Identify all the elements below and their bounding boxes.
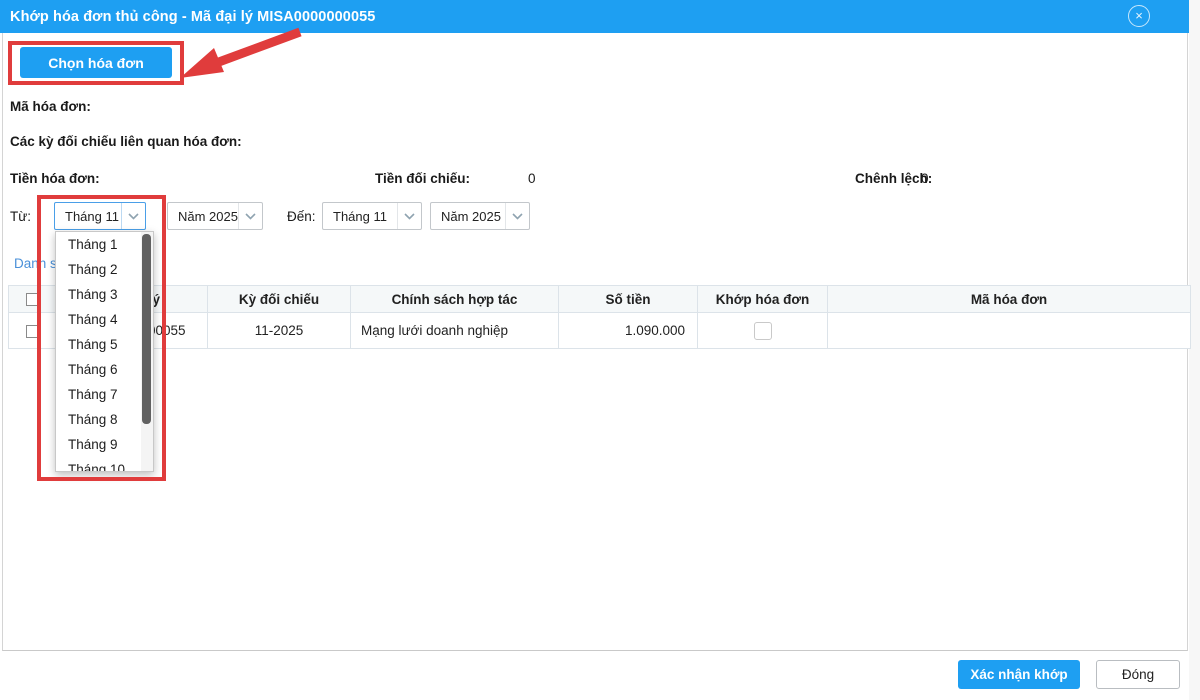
match-invoice-checkbox[interactable] [753, 321, 772, 340]
from-month-value: Tháng 11 [65, 208, 119, 224]
dialog-title: Khớp hóa đơn thủ công - Mã đại lý MISA00… [10, 8, 376, 25]
chevron-down-icon [505, 203, 529, 229]
table-header-row: Mã đại lý Kỳ đối chiếu Chính sách hợp tá… [8, 285, 1191, 313]
month-option[interactable]: Tháng 6 [56, 357, 153, 382]
policy-cell: Mạng lưới doanh nghiệp [350, 312, 559, 349]
select-all-header-cell [8, 285, 56, 313]
dropdown-scrollbar-thumb[interactable] [142, 234, 151, 424]
chevron-down-icon [238, 203, 262, 229]
month-option[interactable]: Tháng 10 [56, 457, 153, 471]
month-option[interactable]: Tháng 9 [56, 432, 153, 457]
month-option[interactable]: Tháng 4 [56, 307, 153, 332]
from-year-select[interactable]: Năm 2025 [167, 202, 263, 230]
month-option[interactable]: Tháng 3 [56, 282, 153, 307]
column-header: Khớp hóa đơn [697, 285, 828, 313]
month-option[interactable]: Tháng 2 [56, 257, 153, 282]
table-row[interactable]: MISA0000000055 11-2025 Mạng lưới doanh n… [8, 312, 1191, 349]
page-background-strip [1189, 0, 1200, 700]
to-month-select[interactable]: Tháng 11 [322, 202, 422, 230]
column-header: Kỳ đối chiếu [207, 285, 351, 313]
column-header: Số tiền [558, 285, 698, 313]
to-label: Đến: [287, 209, 316, 224]
month-dropdown-items: Tháng 1 Tháng 2 Tháng 3 Tháng 4 Tháng 5 Tháng… [56, 232, 153, 471]
match-invoice-cell [697, 312, 828, 349]
to-month-value: Tháng 11 [333, 208, 387, 224]
to-year-value: Năm 2025 [441, 208, 501, 224]
select-all-checkbox[interactable] [25, 293, 39, 307]
close-dialog-button[interactable]: Đóng [1096, 660, 1180, 689]
row-checkbox[interactable] [25, 324, 39, 338]
from-month-select[interactable]: Tháng 11 [54, 202, 146, 230]
periods-table: Mã đại lý Kỳ đối chiếu Chính sách hợp tá… [8, 285, 1191, 349]
chevron-down-icon [397, 203, 421, 229]
from-year-value: Năm 2025 [178, 208, 238, 224]
reconciled-amount-value: 0 [528, 171, 536, 186]
month-option[interactable]: Tháng 7 [56, 382, 153, 407]
invoice-match-dialog: Khớp hóa đơn thủ công - Mã đại lý MISA00… [0, 0, 1200, 700]
to-year-select[interactable]: Năm 2025 [430, 202, 530, 230]
invoice-code-label: Mã hóa đơn: [10, 99, 91, 114]
month-option[interactable]: Tháng 5 [56, 332, 153, 357]
row-select-cell [8, 312, 56, 349]
invoice-amount-label: Tiền hóa đơn: [10, 171, 100, 186]
column-header: Mã hóa đơn [827, 285, 1191, 313]
close-icon[interactable]: × [1128, 5, 1150, 27]
month-option[interactable]: Tháng 1 [56, 232, 153, 257]
column-header: Chính sách hợp tác [350, 285, 559, 313]
period-cell: 11-2025 [207, 312, 351, 349]
chevron-down-icon [121, 203, 145, 229]
from-label: Từ: [10, 209, 32, 224]
related-periods-label: Các kỳ đối chiếu liên quan hóa đơn: [10, 134, 242, 149]
month-option[interactable]: Tháng 8 [56, 407, 153, 432]
month-dropdown-list: Tháng 1 Tháng 2 Tháng 3 Tháng 4 Tháng 5 Tháng… [55, 231, 154, 472]
amount-cell: 1.090.000 [558, 312, 698, 349]
choose-invoice-button[interactable]: Chọn hóa đơn [20, 47, 172, 78]
dropdown-scrollbar-track[interactable] [141, 232, 153, 471]
reconciled-amount-label: Tiền đối chiếu: [375, 171, 471, 186]
tab-period-list[interactable]: Danh s [14, 256, 57, 271]
difference-value: 0 [921, 171, 929, 186]
confirm-match-button[interactable]: Xác nhận khớp [958, 660, 1080, 689]
invoice-code-cell [827, 312, 1191, 349]
dialog-titlebar: Khớp hóa đơn thủ công - Mã đại lý MISA00… [0, 0, 1192, 33]
